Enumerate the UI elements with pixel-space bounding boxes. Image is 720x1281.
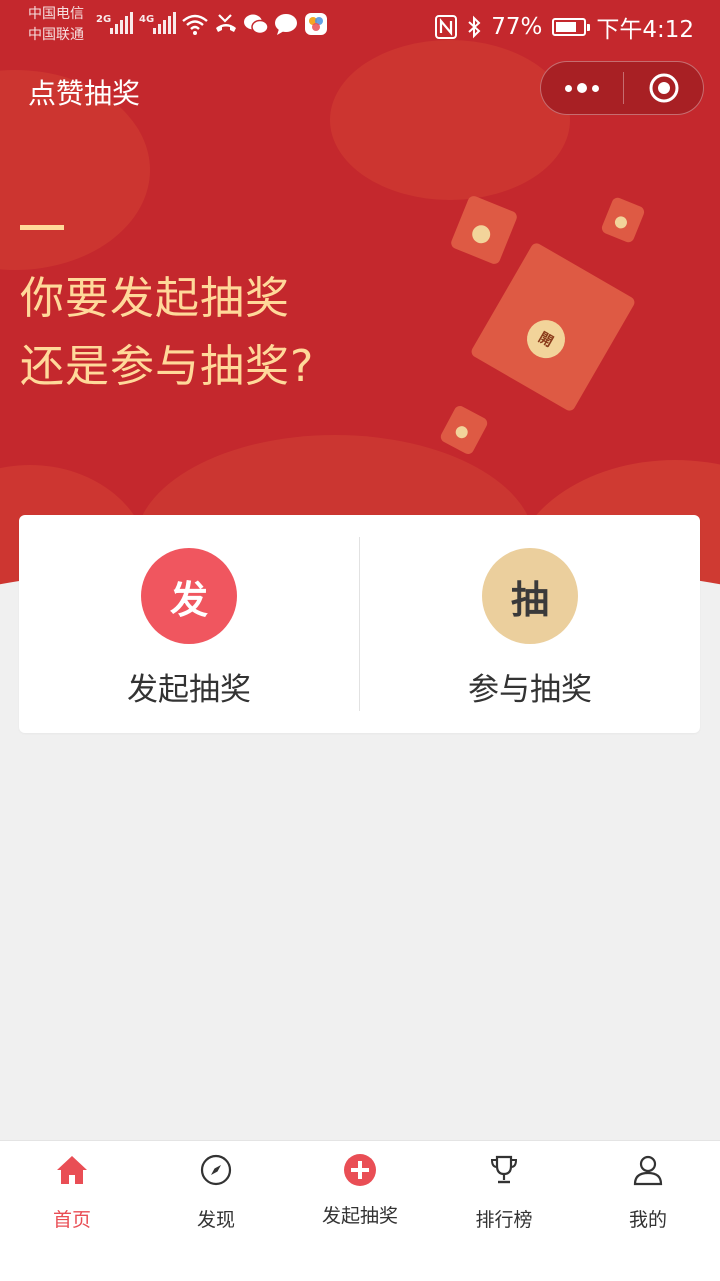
hero-accent-dash — [20, 225, 64, 230]
join-lottery-icon: 抽 — [482, 548, 578, 644]
join-lottery-icon-char: 抽 — [510, 577, 549, 622]
network-type-1: 2G — [96, 14, 112, 25]
status-right: 77% 下午4:12 — [435, 10, 694, 44]
wechat-icon — [244, 14, 269, 35]
home-icon — [57, 1156, 87, 1184]
nfc-icon — [435, 15, 458, 39]
hero-headline-line2: 还是参与抽奖? — [20, 341, 315, 392]
tab-home-label: 首页 — [52, 1209, 91, 1231]
tab-mine[interactable]: 我的 — [576, 1141, 720, 1281]
compass-icon — [200, 1154, 232, 1186]
network-type-2: 4G — [139, 14, 155, 25]
bottom-tab-bar: 首页 发现 发起抽奖 排行榜 我的 — [0, 1140, 720, 1281]
battery-icon — [552, 18, 591, 36]
tab-ranking[interactable]: 排行榜 — [432, 1141, 576, 1281]
clock: 下午4:12 — [596, 17, 694, 43]
lottery-options-card: 发 发起抽奖 抽 参与抽奖 — [19, 515, 700, 733]
hero-headline-line1: 你要发起抽奖 — [20, 273, 290, 324]
tab-start-lottery[interactable]: 发起抽奖 — [288, 1141, 432, 1281]
message-icon — [275, 14, 297, 35]
tab-mine-label: 我的 — [628, 1209, 667, 1231]
trophy-icon — [490, 1155, 518, 1184]
envelope-seal — [453, 424, 470, 441]
carrier-labels: 中国电信 中国联通 — [28, 4, 84, 46]
plus-circle-icon — [344, 1154, 376, 1186]
join-lottery-label: 参与抽奖 — [468, 672, 592, 708]
status-bar: 中国电信 中国联通 2G 4G 77% 下午4:12 — [0, 0, 720, 50]
user-icon — [633, 1155, 663, 1186]
carrier-2: 中国联通 — [28, 27, 84, 43]
red-envelope-illustration: 開 — [469, 241, 637, 413]
envelope-seal-text: 開 — [535, 329, 556, 351]
join-lottery-option[interactable]: 抽 参与抽奖 — [360, 515, 700, 733]
tab-discover-label: 发现 — [196, 1209, 235, 1231]
bluetooth-icon — [468, 15, 481, 39]
tab-ranking-label: 排行榜 — [475, 1209, 533, 1231]
carrier-1: 中国电信 — [28, 6, 84, 22]
start-lottery-label: 发起抽奖 — [127, 672, 251, 708]
more-menu-button[interactable] — [541, 62, 623, 114]
page-title: 点赞抽奖 — [28, 77, 141, 110]
signal-icon — [110, 12, 133, 34]
tab-start-lottery-label: 发起抽奖 — [321, 1205, 398, 1227]
bg-blob — [330, 40, 570, 200]
battery-percent: 77% — [491, 14, 543, 40]
envelope-seal — [613, 214, 629, 231]
missed-call-icon — [216, 14, 236, 32]
envelope-seal: 開 — [520, 313, 572, 366]
red-envelope-illustration — [600, 196, 646, 244]
tab-discover[interactable]: 发现 — [144, 1141, 288, 1281]
start-lottery-option[interactable]: 发 发起抽奖 — [19, 515, 359, 733]
target-close-icon — [649, 73, 678, 103]
close-miniprogram-button[interactable] — [624, 72, 703, 104]
miniprogram-capsule — [540, 61, 704, 115]
start-lottery-icon: 发 — [141, 548, 237, 644]
red-envelope-illustration — [438, 403, 490, 457]
tab-home[interactable]: 首页 — [0, 1141, 144, 1281]
envelope-seal — [469, 222, 493, 246]
start-lottery-icon-char: 发 — [169, 577, 208, 622]
app-notification-icon — [305, 13, 327, 35]
red-envelope-illustration — [449, 194, 519, 266]
signal-icon — [153, 12, 176, 34]
wifi-icon — [182, 14, 208, 35]
